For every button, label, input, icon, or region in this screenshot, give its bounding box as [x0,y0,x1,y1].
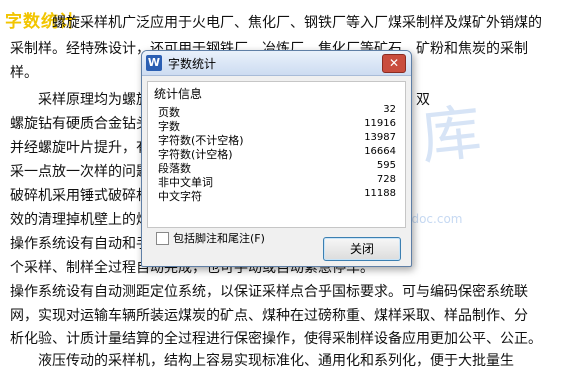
stat-row-chinese-chars: 中文字符 11188 [158,188,396,203]
stat-value: 595 [376,160,396,171]
document-line: 网，实现对运输车辆所装运煤炭的矿点、煤种在过磅称重、煤样采取、样品制作、分 [10,308,528,324]
document-line: 样。 [10,65,38,81]
stat-row-paragraphs: 段落数 595 [158,160,396,175]
stat-row-chars-no-spaces: 字符数(不计空格) 13987 [158,132,396,147]
stats-group-title: 统计信息 [154,87,203,101]
dialog-title: 字数统计 [168,57,217,71]
word-count-dialog: W 字数统计 ✕ 统计信息 页数 32 字数 11916 字符数(不计空格) 1… [141,50,412,267]
stat-value: 13987 [364,132,396,143]
document-line: 螺旋采样机广泛应用于火电厂、焦化厂、钢铁厂等入厂煤采制样及煤矿外销煤的 [52,15,542,31]
close-icon[interactable]: ✕ [382,54,406,73]
stat-row-non-chinese-words: 非中文单词 728 [158,174,396,189]
stat-label: 中文字符 [158,190,202,203]
document-line: 析化验、计质计量结算的全过程进行保密操作，使得采制样设备应用更加公平、公正。 [10,331,542,347]
close-button[interactable]: 关闭 [323,237,401,261]
stat-value: 11188 [364,188,396,199]
stat-row-words: 字数 11916 [158,118,396,133]
stat-value: 728 [376,174,396,185]
stat-row-pages: 页数 32 [158,104,396,119]
include-footnotes-checkbox[interactable] [156,232,169,245]
document-line: 液压传动的采样机，结构上容易实现标准化、通用化和系列化，便于大批量生 [10,353,514,369]
document-line: 操作系统设有自动测距定位系统，以保证采样点合乎国标要求。可与编码保密系统联 [10,284,528,300]
wps-app-icon: W [146,55,162,71]
stat-row-chars-with-spaces: 字符数(计空格) 16664 [158,146,396,161]
stat-value: 16664 [364,146,396,157]
stat-value: 32 [383,104,396,115]
dialog-titlebar[interactable]: W 字数统计 ✕ [142,51,411,76]
include-footnotes-label[interactable]: 包括脚注和尾注(F) [173,230,265,246]
stat-value: 11916 [364,118,396,129]
stats-panel: 统计信息 页数 32 字数 11916 字符数(不计空格) 13987 字符数(… [147,81,406,228]
